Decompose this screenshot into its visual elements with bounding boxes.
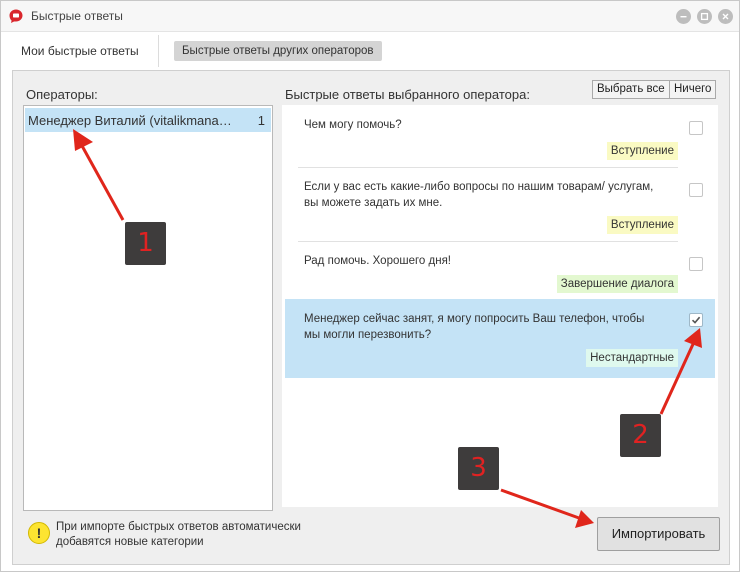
answer-item[interactable]: Рад помочь. Хорошего дня! Завершение диа… <box>285 241 715 299</box>
minimize-icon <box>680 16 687 18</box>
select-all-button[interactable]: Выбрать все <box>592 80 670 99</box>
minimize-button[interactable] <box>676 9 691 24</box>
import-button[interactable]: Импортировать <box>597 517 720 551</box>
tab-other-operators-answers[interactable]: Быстрые ответы других операторов <box>174 41 382 61</box>
close-button[interactable] <box>718 9 733 24</box>
operator-row[interactable]: Менеджер Виталий (vitalikmana… 1 <box>25 108 271 132</box>
operators-label: Операторы: <box>26 87 98 102</box>
annotation-badge-3: 3 <box>458 447 499 490</box>
operator-name: Менеджер Виталий (vitalikmana… <box>28 113 232 128</box>
tab-divider <box>158 35 159 67</box>
annotation-badge-1: 1 <box>125 222 166 265</box>
window-title: Быстрые ответы <box>31 9 123 23</box>
maximize-icon <box>700 12 709 21</box>
annotation-badge-2: 2 <box>620 414 661 457</box>
app-logo-icon <box>9 9 23 23</box>
answer-item[interactable]: Чем могу помочь? Вступление <box>285 105 715 165</box>
answer-category-tag: Завершение диалога <box>556 275 678 293</box>
warning-icon: ! <box>28 522 50 544</box>
answer-checkbox[interactable] <box>689 257 703 271</box>
answer-item-selected[interactable]: Менеджер сейчас занят, я могу попросить … <box>285 299 715 378</box>
import-warning-text: При импорте быстрых ответов автоматическ… <box>56 521 301 548</box>
checkmark-icon <box>691 316 701 324</box>
answer-checkbox[interactable] <box>689 121 703 135</box>
answer-text: Чем могу помочь? <box>304 119 402 131</box>
close-icon <box>722 13 729 20</box>
answer-category-tag: Вступление <box>606 142 678 160</box>
answer-text: Рад помочь. Хорошего дня! <box>304 255 452 267</box>
answer-category-tag: Вступление <box>606 216 678 234</box>
answer-category-tag: Нестандартные <box>586 349 678 367</box>
operators-list[interactable]: Менеджер Виталий (vitalikmana… 1 <box>23 105 273 511</box>
title-bar: Быстрые ответы <box>1 1 739 32</box>
answer-checkbox[interactable] <box>689 313 703 327</box>
answer-text: Если у вас есть какие-либо вопросы по на… <box>304 181 654 209</box>
operator-answer-count: 1 <box>257 113 265 128</box>
select-none-button[interactable]: Ничего <box>669 80 717 99</box>
answer-text: Менеджер сейчас занят, я могу попросить … <box>304 313 645 341</box>
answer-item[interactable]: Если у вас есть какие-либо вопросы по на… <box>285 167 715 241</box>
operator-answers-label: Быстрые ответы выбранного оператора: <box>285 87 530 102</box>
quick-answers-window: Быстрые ответы Мои быстрые ответы Быстры… <box>0 0 740 572</box>
tab-my-answers[interactable]: Мои быстрые ответы <box>21 44 139 58</box>
answer-checkbox[interactable] <box>689 183 703 197</box>
maximize-button[interactable] <box>697 9 712 24</box>
